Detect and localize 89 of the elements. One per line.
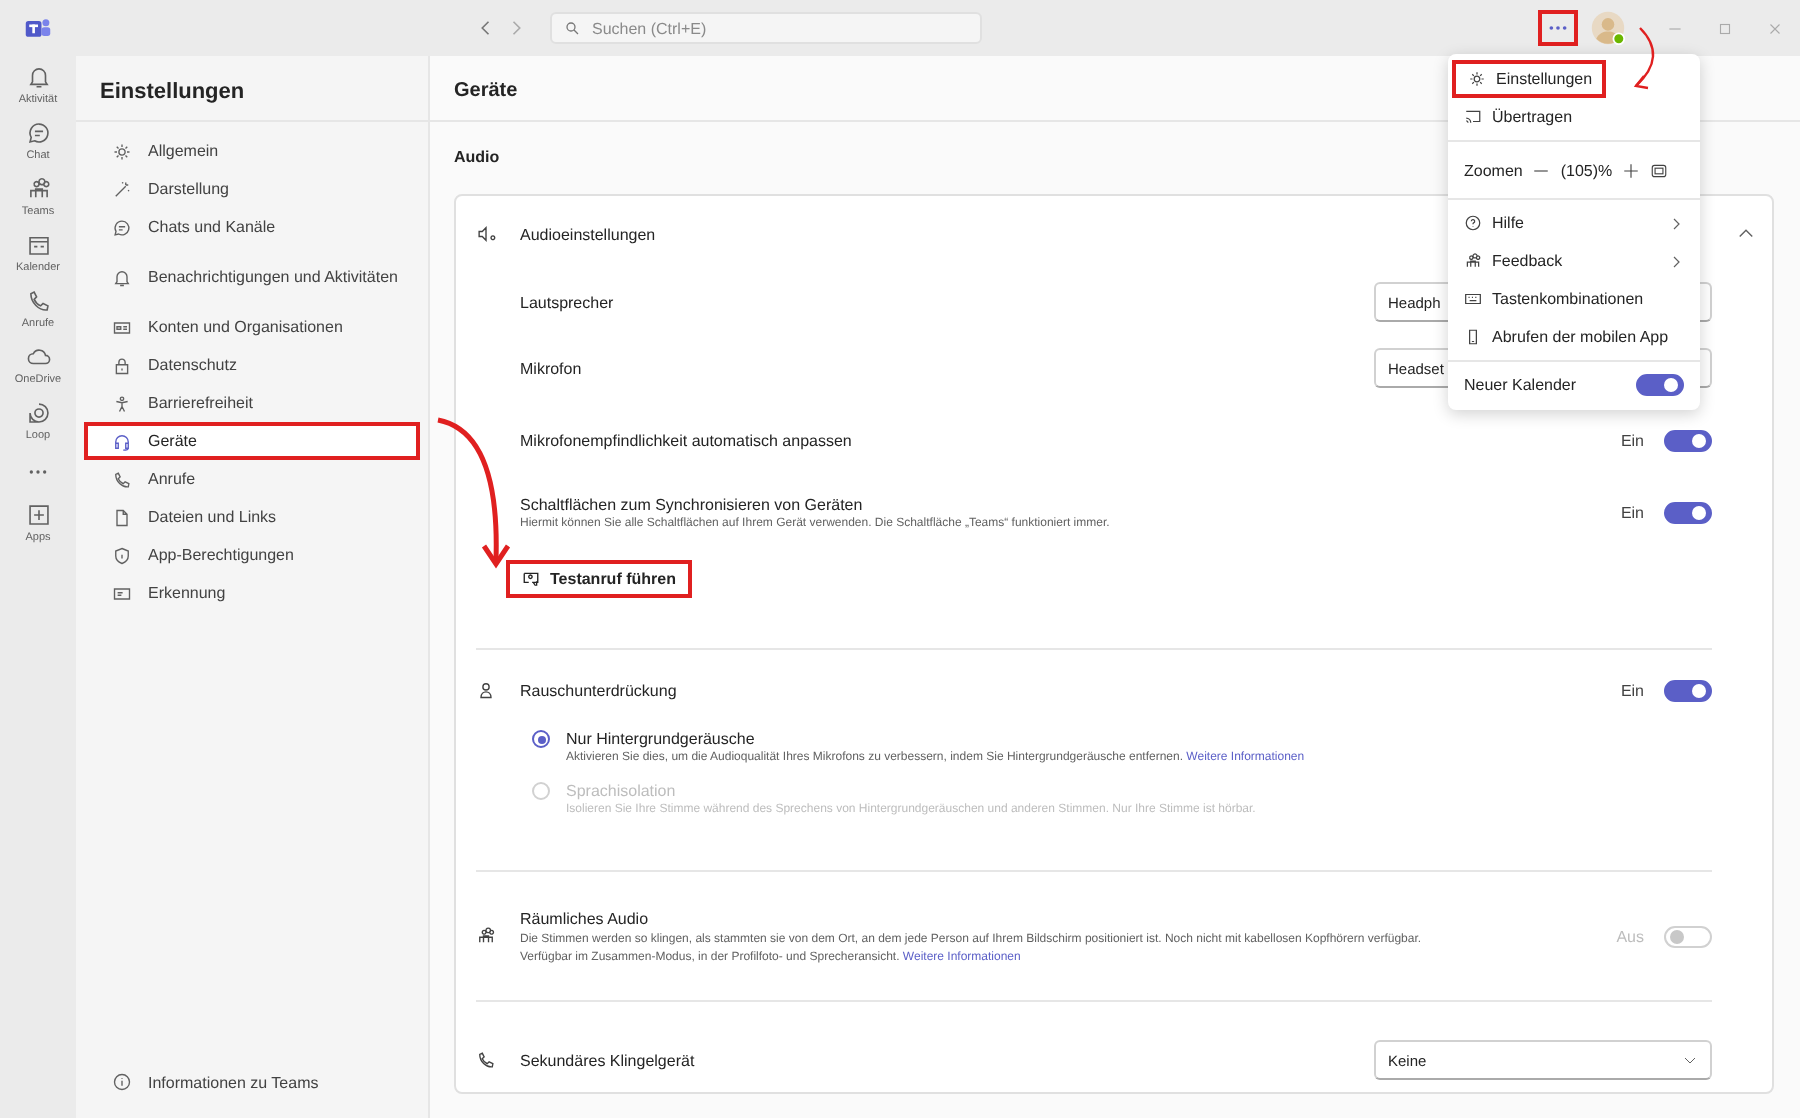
sidebar-item[interactable]: Erkennung [84,574,420,612]
test-call-icon [522,570,540,588]
phone-icon [112,469,132,489]
test-call-button[interactable]: Testanruf führen [506,560,692,598]
more-icon [1548,24,1568,32]
help-icon [1464,214,1482,232]
menu-item[interactable]: Übertragen [1448,98,1700,136]
id-card-icon [112,317,132,337]
menu-item[interactable]: Hilfe [1448,204,1700,242]
setting-label: Lautsprecher [520,293,616,311]
chat-icon [112,217,132,237]
keyboard-icon [1464,290,1482,308]
bell-icon [112,267,132,287]
chevron-right-icon [1668,253,1684,269]
option-label: Nur Hintergrundgeräusche [566,730,757,748]
lock-icon [112,355,132,375]
sidebar-item[interactable]: App-Berechtigungen [84,536,420,574]
search-icon [564,20,580,36]
calendar-icon [25,232,51,258]
gear-icon [112,141,132,161]
more-button[interactable] [1538,10,1578,46]
toggle-state: Ein [1620,431,1644,449]
avatar[interactable] [1590,10,1626,46]
chevron-right-icon [1668,215,1684,231]
app-logo-icon [24,14,52,42]
sidebar-item[interactable]: Konten und Organisationen [84,308,420,346]
close-icon[interactable] [1766,19,1784,37]
speaker-icon [476,224,496,244]
zoom-label: Zoomen [1464,161,1523,179]
screen-icon [1464,108,1482,126]
sidebar-item[interactable]: Barrierefreiheit [84,384,420,422]
menu-item[interactable]: Abrufen der mobilen App [1448,318,1700,356]
document-icon [112,507,132,527]
chat-icon [25,120,51,146]
phone-icon [25,288,51,314]
toggle-switch[interactable] [1636,374,1684,396]
toggle-switch[interactable] [1664,429,1712,451]
sidebar-item[interactable]: Dateien und Links [84,498,420,536]
info-icon [112,1072,132,1092]
group-title: Rauschunterdrückung [520,681,679,699]
person-icon [476,680,496,700]
phone-icon [476,1050,496,1070]
sidebar-item[interactable]: Datenschutz [84,346,420,384]
headset-icon [112,431,132,451]
chevron-down-icon [1682,1052,1698,1068]
card-icon [112,583,132,603]
gear-icon [1468,70,1486,88]
sidebar-title: Einstellungen [76,56,428,122]
setting-label: Räumliches Audio [520,909,651,927]
sidebar-item[interactable]: Allgemein [84,132,420,170]
group-title: Audioeinstellungen [520,225,658,243]
radio-button[interactable] [532,730,550,748]
wand-icon [112,179,132,199]
sidebar-item[interactable]: Chats und Kanäle [84,208,420,246]
people-icon [476,926,496,946]
zoom-value: (105)% [1560,161,1613,179]
people-icon [1464,252,1482,270]
cloud-icon [25,344,51,370]
sidebar-item[interactable]: Benachrichtigungen und Aktivitäten [84,258,420,296]
section-heading: Audio [454,148,500,166]
loop-icon [25,400,51,426]
sidebar-item[interactable]: Darstellung [84,170,420,208]
shield-icon [112,545,132,565]
toggle-switch[interactable] [1664,679,1712,701]
more-icon[interactable] [28,468,48,476]
fit-screen-icon[interactable] [1650,161,1669,179]
menu-item[interactable]: Tastenkombinationen [1448,280,1700,318]
option-label: Sprachisolation [566,782,678,800]
setting-label: Sekundäres Klingelgerät [520,1051,697,1069]
toggle-state: Aus [1616,927,1644,945]
plus-icon[interactable] [1622,161,1641,179]
menu-label: Neuer Kalender [1464,376,1579,394]
mobile-phone-icon [1464,328,1482,346]
menu-item[interactable]: Feedback [1448,242,1700,280]
search-field[interactable]: Suchen (Ctrl+E) [550,12,982,44]
setting-label: Schaltflächen zum Synchronisieren von Geräten [520,495,865,513]
person-icon [112,393,132,413]
toggle-switch[interactable] [1664,501,1712,523]
sidebar-item[interactable]: Anrufe [84,460,420,498]
setting-label: Mikrofonempfindlichkeit automatisch anpassen [520,431,854,449]
sidebar-item[interactable]: Geräte [84,422,420,460]
about-link[interactable]: Informationen zu Teams [76,1072,428,1118]
bell-icon [25,64,51,90]
toggle-state: Ein [1620,503,1644,521]
maximize-icon[interactable] [1716,19,1734,37]
setting-label: Mikrofon [520,359,584,377]
people-icon [25,176,51,202]
menu-item[interactable]: Einstellungen [1452,60,1606,98]
toggle-state: Ein [1620,681,1644,699]
